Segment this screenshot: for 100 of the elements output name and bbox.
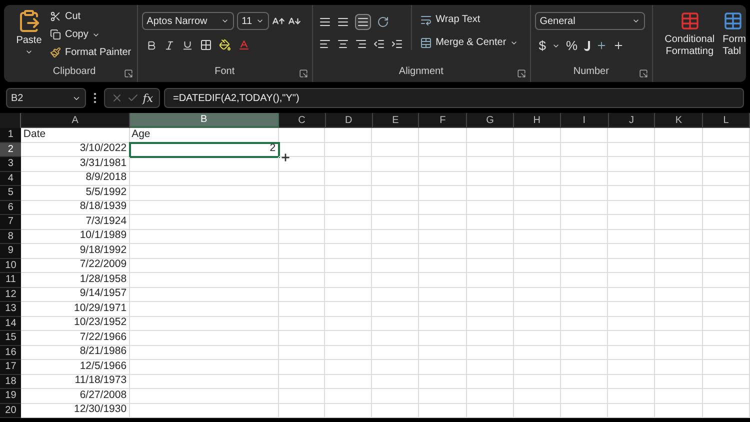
table-cell[interactable] [325, 128, 372, 142]
table-cell[interactable] [703, 200, 750, 215]
row-header[interactable]: 3 [0, 157, 22, 172]
table-cell[interactable] [325, 316, 372, 331]
table-cell[interactable] [703, 186, 750, 200]
table-cell[interactable] [514, 316, 561, 331]
row-header[interactable]: 15 [0, 331, 22, 346]
table-cell[interactable] [703, 244, 750, 258]
row-header[interactable]: 5 [0, 186, 22, 200]
table-cell[interactable] [325, 302, 372, 316]
caret-icon[interactable] [632, 17, 640, 25]
table-cell[interactable] [514, 346, 561, 360]
table-cell[interactable] [278, 244, 326, 258]
table-cell[interactable] [466, 389, 514, 404]
bottom-align-button[interactable] [354, 14, 371, 30]
insert-function-button[interactable]: fx [142, 92, 154, 104]
conditional-formatting-button[interactable]: Conditional Formatting [664, 34, 715, 58]
table-cell[interactable] [130, 273, 279, 288]
table-cell[interactable] [608, 273, 656, 288]
table-cell[interactable] [372, 244, 420, 258]
table-cell[interactable] [608, 186, 656, 200]
table-cell[interactable] [419, 172, 467, 186]
table-cell[interactable] [325, 273, 372, 288]
table-cell[interactable] [466, 360, 514, 374]
table-cell[interactable] [703, 346, 750, 360]
table-cell[interactable] [466, 128, 514, 142]
table-cell[interactable]: 8/9/2018 [21, 172, 130, 186]
table-cell[interactable] [419, 288, 467, 302]
column-header[interactable]: C [278, 113, 326, 128]
font-name-dropdown[interactable]: Aptos Narrow [142, 12, 234, 30]
table-cell[interactable] [466, 331, 514, 346]
table-cell[interactable] [560, 360, 608, 374]
row-header[interactable]: 14 [0, 316, 22, 331]
font-color-icon[interactable] [238, 39, 250, 51]
table-cell[interactable] [130, 302, 279, 316]
table-cell[interactable] [703, 288, 750, 302]
table-cell[interactable] [514, 273, 561, 288]
table-cell[interactable] [703, 215, 750, 230]
table-cell[interactable] [278, 316, 326, 331]
italic-icon[interactable] [164, 40, 175, 50]
table-cell[interactable]: 9/18/1992 [21, 244, 130, 258]
table-cell[interactable] [130, 360, 279, 374]
table-cell[interactable] [703, 273, 750, 288]
row-header[interactable]: 13 [0, 302, 22, 316]
caret-icon[interactable] [25, 48, 33, 56]
table-cell[interactable] [703, 230, 750, 244]
table-cell[interactable] [703, 374, 750, 389]
row-header[interactable]: 20 [0, 404, 22, 418]
table-cell[interactable] [372, 360, 420, 374]
table-cell[interactable] [560, 273, 608, 288]
table-cell[interactable] [372, 230, 420, 244]
table-cell[interactable] [608, 346, 656, 360]
table-cell[interactable] [130, 230, 279, 244]
table-cell[interactable] [419, 230, 467, 244]
table-cell[interactable] [608, 128, 656, 142]
row-header[interactable]: 16 [0, 346, 22, 360]
row-header[interactable]: 1 [0, 128, 22, 142]
table-cell[interactable] [514, 172, 561, 186]
dialog-launcher-icon[interactable] [638, 69, 648, 78]
table-cell[interactable] [466, 157, 514, 172]
enter-icon[interactable] [126, 92, 139, 104]
table-cell[interactable] [560, 157, 608, 172]
table-cell[interactable] [560, 186, 608, 200]
align-right-icon[interactable] [354, 38, 367, 50]
table-cell[interactable] [372, 389, 420, 404]
table-cell[interactable] [514, 331, 561, 346]
table-cell[interactable] [278, 331, 326, 346]
table-cell[interactable] [655, 302, 704, 316]
table-cell[interactable] [278, 360, 326, 374]
increase-indent-icon[interactable] [390, 38, 403, 50]
number-format-dropdown[interactable]: General [534, 12, 645, 30]
table-cell[interactable] [655, 288, 704, 302]
table-cell[interactable]: 5/5/1992 [21, 186, 130, 200]
table-cell[interactable] [372, 142, 420, 157]
table-cell[interactable] [608, 302, 656, 316]
row-header[interactable]: 7 [0, 215, 22, 230]
table-cell[interactable] [372, 200, 420, 215]
table-cell[interactable] [372, 273, 420, 288]
row-header[interactable]: 17 [0, 360, 22, 374]
table-cell[interactable] [419, 128, 467, 142]
table-cell[interactable] [325, 404, 372, 418]
table-cell[interactable] [278, 288, 326, 302]
table-cell[interactable] [419, 360, 467, 374]
row-header[interactable]: 8 [0, 230, 22, 244]
table-cell[interactable]: 12/5/1966 [21, 360, 130, 374]
table-cell[interactable] [372, 258, 420, 273]
table-cell[interactable] [514, 142, 561, 157]
table-cell[interactable] [608, 389, 656, 404]
table-cell[interactable] [419, 302, 467, 316]
table-cell[interactable] [655, 200, 704, 215]
table-cell[interactable] [372, 302, 420, 316]
table-cell[interactable] [372, 288, 420, 302]
table-cell[interactable] [130, 404, 279, 418]
table-cell[interactable] [466, 244, 514, 258]
table-cell[interactable] [703, 157, 750, 172]
align-center-icon[interactable] [336, 38, 349, 50]
align-left-icon[interactable] [318, 38, 331, 50]
table-cell[interactable]: 3/10/2022 [21, 142, 130, 157]
formula-field[interactable]: =DATEDIF(A2,TODAY(),"Y") [164, 88, 744, 108]
column-header[interactable]: G [467, 113, 514, 128]
